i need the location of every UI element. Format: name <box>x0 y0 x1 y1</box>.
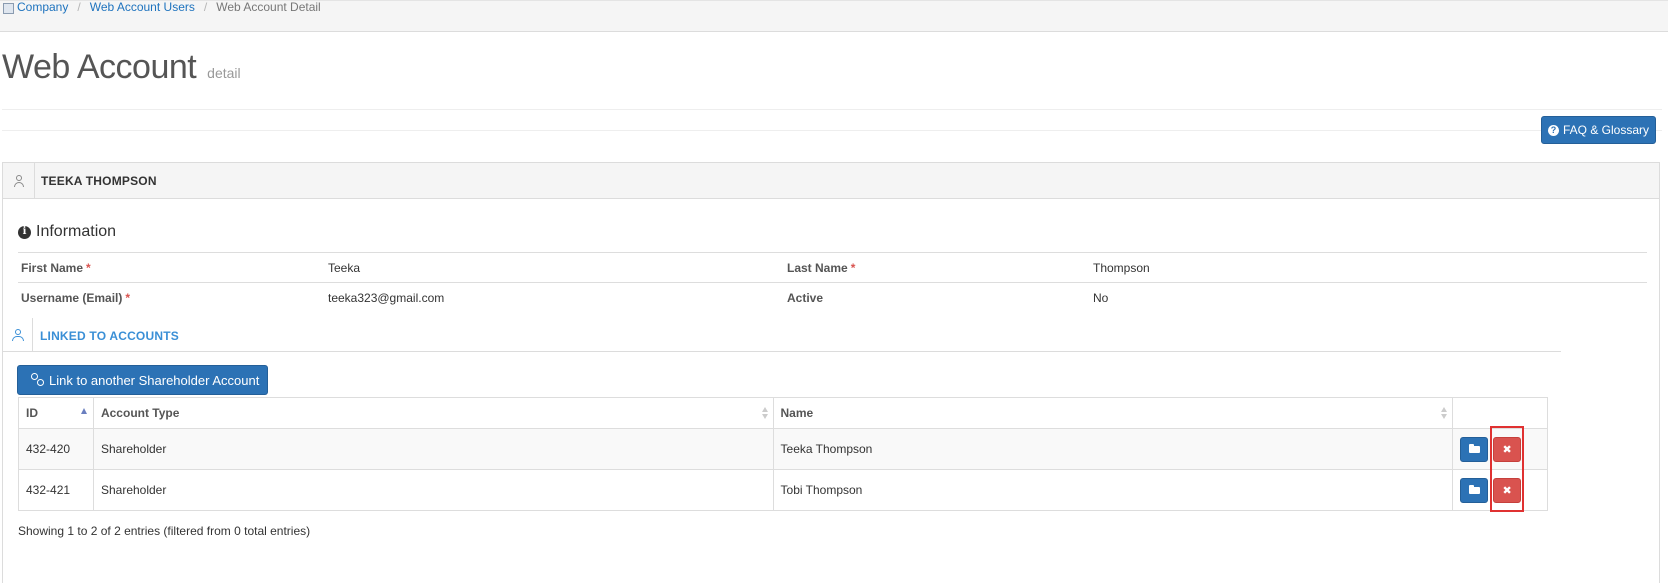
link-shareholder-account-button[interactable]: Link to another Shareholder Account <box>17 365 268 395</box>
divider <box>2 109 1662 110</box>
users-icon <box>11 329 25 341</box>
breadcrumb-web-account-users-link[interactable]: Web Account Users <box>90 0 195 14</box>
open-account-button[interactable] <box>1460 437 1489 462</box>
page-title: Web Account detail <box>2 47 241 93</box>
page-title-text: Web Account <box>2 48 197 86</box>
cell-name: Tobi Thompson <box>772 469 1454 511</box>
active-value: No <box>1093 291 1109 305</box>
question-circle-icon: ? <box>1547 124 1559 136</box>
required-marker: * <box>125 291 131 305</box>
page-subtitle: detail <box>207 65 241 81</box>
information-heading: i Information <box>18 223 116 241</box>
cell-id: 432-420 <box>18 428 94 470</box>
breadcrumb: Company / Web Account Users / Web Accoun… <box>3 0 321 14</box>
last-name-label: Last Name * <box>787 261 855 275</box>
breadcrumb-current: Web Account Detail <box>216 0 321 14</box>
faq-glossary-button[interactable]: ? FAQ & Glossary <box>1541 116 1656 144</box>
cell-account-type: Shareholder <box>92 428 774 470</box>
folder-open-icon <box>1468 485 1480 494</box>
column-header-id[interactable]: ID <box>18 397 94 429</box>
user-panel-header: TEEKA THOMPSON <box>3 163 1659 199</box>
table-info: Showing 1 to 2 of 2 entries (filtered fr… <box>18 524 311 538</box>
breadcrumb-separator: / <box>203 0 208 14</box>
cell-account-type: Shareholder <box>92 469 774 511</box>
breadcrumb-bar: Company / Web Account Users / Web Accoun… <box>0 0 1668 32</box>
last-name-label-text: Last Name <box>787 261 848 275</box>
information-table: First Name * Teeka Last Name * Thompson Us… <box>18 252 1647 312</box>
table-header-row: ID Account Type Name <box>18 397 1548 429</box>
column-header-account-type[interactable]: Account Type <box>92 397 774 429</box>
first-name-value: Teeka <box>328 261 361 275</box>
folder-open-icon <box>1468 444 1480 453</box>
table-row: 432-420 Shareholder Teeka Thompson ✖ <box>18 428 1548 470</box>
divider <box>2 130 1662 131</box>
first-name-label-text: First Name <box>21 261 84 275</box>
column-header-actions <box>1452 397 1548 429</box>
username-value: teeka323@gmail.com <box>328 291 445 305</box>
breadcrumb-separator: / <box>77 0 81 14</box>
active-label: Active <box>787 291 824 305</box>
username-label-text: Username (Email) <box>21 291 123 305</box>
username-label: Username (Email) * <box>21 291 130 305</box>
last-name-value: Thompson <box>1093 261 1150 275</box>
info-row: Username (Email) * teeka323@gmail.com Act… <box>18 282 1647 312</box>
linked-accounts-title: LINKED TO ACCOUNTS <box>40 329 179 343</box>
cell-id: 432-421 <box>18 469 94 511</box>
info-circle-icon: i <box>18 225 31 239</box>
users-icon-box <box>3 318 33 352</box>
required-marker: * <box>850 261 856 275</box>
table-row: 432-421 Shareholder Tobi Thompson ✖ <box>18 469 1548 511</box>
required-marker: * <box>86 261 91 275</box>
breadcrumb-company-link[interactable]: Company <box>17 0 68 14</box>
user-icon <box>13 175 24 187</box>
first-name-label: First Name * <box>21 261 91 275</box>
linked-accounts-table: ID Account Type Name 432-420 Shareholder… <box>18 397 1548 511</box>
open-account-button[interactable] <box>1460 478 1489 503</box>
info-row: First Name * Teeka Last Name * Thompson <box>18 252 1647 282</box>
home-icon <box>3 2 14 14</box>
highlight-annotation <box>1490 426 1524 512</box>
user-panel-title: TEEKA THOMPSON <box>41 174 157 188</box>
information-heading-text: Information <box>36 223 117 240</box>
column-header-name[interactable]: Name <box>772 397 1454 429</box>
user-panel: TEEKA THOMPSON i Information First Name *… <box>2 162 1660 583</box>
faq-glossary-label: FAQ & Glossary <box>1562 123 1650 137</box>
user-icon-box <box>3 163 35 199</box>
link-user-icon <box>30 373 44 387</box>
link-shareholder-account-label: Link to another Shareholder Account <box>49 372 260 388</box>
cell-name: Teeka Thompson <box>772 428 1454 470</box>
linked-accounts-header: LINKED TO ACCOUNTS <box>3 318 1561 352</box>
